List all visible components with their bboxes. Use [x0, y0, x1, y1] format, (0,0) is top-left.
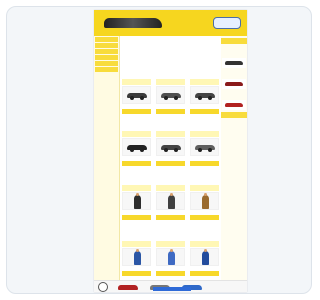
product-image[interactable] [156, 192, 185, 210]
buy-button[interactable] [156, 109, 185, 114]
product-image[interactable] [122, 192, 151, 210]
product-image[interactable] [156, 86, 185, 104]
model-car-icon [225, 82, 243, 86]
product-card[interactable] [122, 241, 151, 280]
sidebar-item-2[interactable] [95, 43, 118, 48]
buy-button[interactable] [122, 271, 151, 276]
model-car-icon [127, 145, 147, 152]
right-sidebar-line[interactable] [222, 95, 246, 98]
product-image[interactable] [122, 138, 151, 156]
bottom-strip [94, 280, 247, 292]
car-logo-icon [104, 18, 162, 28]
product-title[interactable] [122, 79, 151, 85]
buy-button[interactable] [122, 161, 151, 166]
sidebar-item-1[interactable] [95, 37, 118, 42]
product-card[interactable] [122, 131, 151, 170]
right-sidebar-footer-header [221, 112, 247, 118]
product-title[interactable] [190, 131, 219, 137]
buy-button[interactable] [156, 271, 185, 276]
product-title[interactable] [156, 79, 185, 85]
product-card[interactable] [122, 185, 151, 224]
product-title[interactable] [156, 185, 185, 191]
product-card[interactable] [122, 79, 151, 118]
sidebar-product-image[interactable] [222, 100, 246, 110]
header-badge[interactable] [213, 17, 241, 29]
figure-icon [168, 249, 175, 265]
right-sidebar-line[interactable] [222, 91, 246, 94]
product-card[interactable] [190, 185, 219, 224]
product-card[interactable] [190, 131, 219, 170]
product-title[interactable] [122, 241, 151, 247]
model-car-icon [127, 93, 147, 100]
right-sidebar-line[interactable] [222, 49, 246, 52]
product-title[interactable] [156, 241, 185, 247]
product-card[interactable] [156, 185, 185, 224]
product-card[interactable] [156, 131, 185, 170]
product-image[interactable] [122, 86, 151, 104]
model-car-icon [161, 93, 181, 100]
round-badge-icon [98, 282, 108, 292]
model-car-icon [195, 145, 215, 152]
product-grid [122, 79, 219, 291]
figure-icon [168, 193, 175, 209]
product-title[interactable] [122, 131, 151, 137]
product-image[interactable] [190, 138, 219, 156]
sidebar-item-4[interactable] [95, 55, 118, 60]
buy-button[interactable] [156, 215, 185, 220]
product-card[interactable] [190, 79, 219, 118]
right-sidebar-line[interactable] [222, 53, 246, 56]
right-sidebar-line[interactable] [222, 45, 246, 48]
product-title[interactable] [190, 185, 219, 191]
webpage [94, 10, 247, 292]
right-sidebar-header [221, 38, 247, 44]
sidebar-product-image[interactable] [222, 58, 246, 68]
figure-icon [134, 193, 141, 209]
left-sidebar [94, 36, 120, 292]
model-car-icon [118, 285, 138, 290]
product-title[interactable] [190, 241, 219, 247]
site-header [94, 10, 247, 36]
model-car-icon [195, 93, 215, 100]
right-sidebar-line[interactable] [222, 119, 246, 122]
footer-link[interactable] [153, 287, 191, 291]
product-card[interactable] [156, 79, 185, 118]
screenshot-frame [6, 6, 312, 294]
figure-icon [202, 249, 209, 265]
product-image[interactable] [156, 248, 185, 266]
buy-button[interactable] [122, 109, 151, 114]
right-sidebar-line[interactable] [222, 74, 246, 77]
sidebar-item-6[interactable] [95, 67, 118, 72]
product-image[interactable] [190, 192, 219, 210]
buy-button[interactable] [190, 109, 219, 114]
product-image[interactable] [156, 138, 185, 156]
figure-icon [202, 193, 209, 209]
sidebar-product-image[interactable] [222, 79, 246, 89]
intro-text [122, 50, 210, 59]
right-sidebar [221, 36, 247, 292]
product-image[interactable] [190, 86, 219, 104]
buy-button[interactable] [190, 215, 219, 220]
buy-button[interactable] [156, 161, 185, 166]
main-content [122, 36, 219, 292]
product-image[interactable] [122, 248, 151, 266]
model-car-icon [161, 145, 181, 152]
buy-button[interactable] [190, 271, 219, 276]
product-title[interactable] [156, 131, 185, 137]
product-card[interactable] [156, 241, 185, 280]
buy-button[interactable] [190, 161, 219, 166]
sidebar-item-5[interactable] [95, 61, 118, 66]
model-car-icon [225, 61, 243, 65]
product-image[interactable] [190, 248, 219, 266]
buy-button[interactable] [122, 215, 151, 220]
sidebar-item-3[interactable] [95, 49, 118, 54]
figure-icon [134, 249, 141, 265]
product-title[interactable] [122, 185, 151, 191]
product-title[interactable] [190, 79, 219, 85]
product-card[interactable] [190, 241, 219, 280]
breadcrumb [122, 41, 219, 45]
right-sidebar-line[interactable] [222, 70, 246, 73]
model-car-icon [225, 103, 243, 107]
